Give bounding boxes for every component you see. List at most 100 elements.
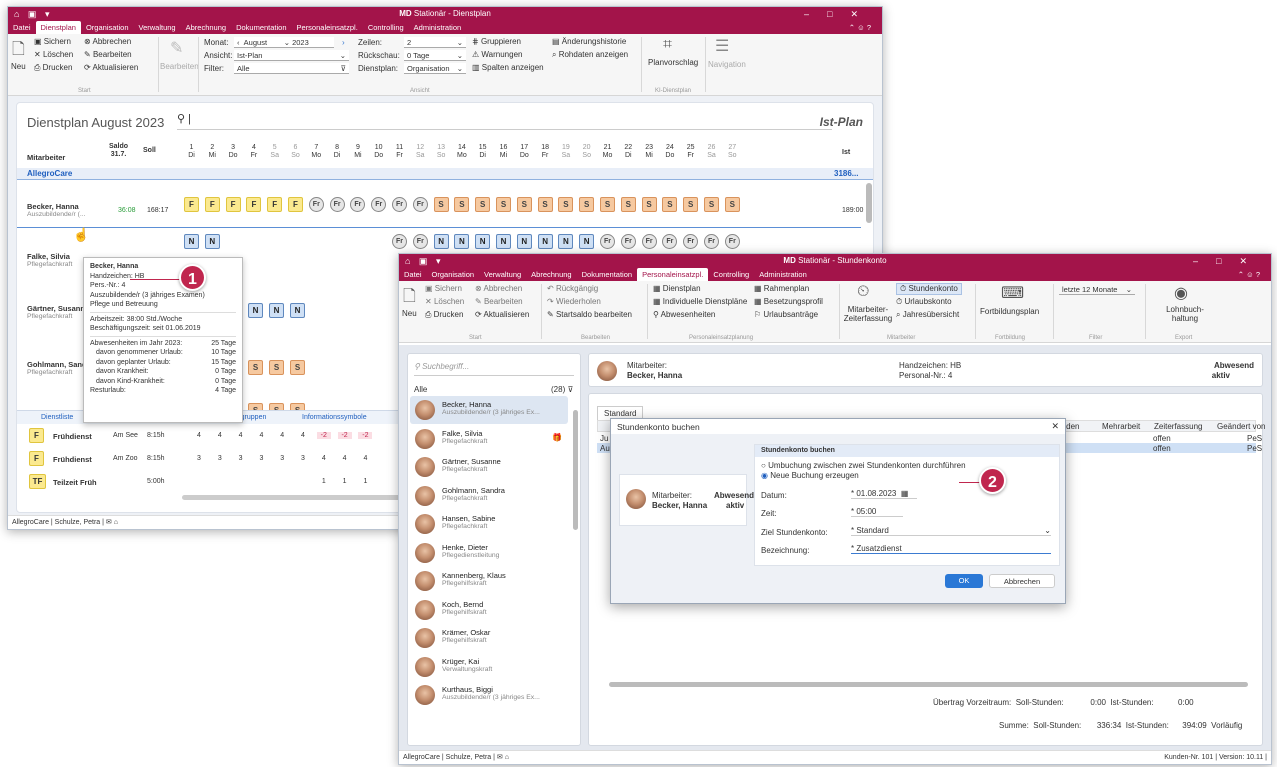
warnings-button[interactable]: ⚠ Warnungen (472, 50, 522, 59)
menu-verwaltung[interactable]: Verwaltung (134, 21, 181, 34)
timetracking-icon[interactable]: ⏲ (857, 283, 869, 301)
shift-cell[interactable]: S (662, 197, 678, 212)
quick-access-icons[interactable]: ⌂ ▣ ▾ (405, 254, 443, 268)
startsaldo-button[interactable]: ✎ Startsaldo bearbeiten (547, 310, 632, 319)
dienstplan-button[interactable]: ▦ Dienstplan (653, 284, 701, 293)
ziel-select[interactable]: * Standard ⌄ (851, 526, 1051, 536)
timetracking-button[interactable]: Mitarbeiter-Zeiterfassung (843, 305, 893, 323)
shift-cell[interactable]: N (433, 234, 449, 249)
shift-cell[interactable]: Fr (704, 234, 719, 249)
shift-cell[interactable]: F (267, 197, 283, 212)
shift-cell[interactable]: S (496, 197, 511, 212)
shift-cell[interactable]: S (433, 197, 449, 212)
help-icons[interactable]: ⌃ ☺ ? (1233, 268, 1265, 281)
shift-cell[interactable]: Fr (600, 234, 615, 249)
menu-datei[interactable]: Datei (8, 21, 36, 34)
employee-search-input[interactable]: ⚲ Suchbegriff... (414, 362, 574, 376)
help-icons[interactable]: ⌃ ☺ ? (844, 21, 876, 34)
menu-personaleinsatz[interactable]: Personaleinsatzpl. (292, 21, 363, 34)
bezeichnung-input[interactable]: * Zusatzdienst (851, 544, 1051, 554)
refresh-button[interactable]: ⟳ Aktualisieren (475, 310, 529, 319)
employee-list-item[interactable]: Krüger, Kai Verwaltungskraft (410, 653, 568, 681)
shift-cell[interactable]: N (537, 234, 553, 249)
edit-button[interactable]: ✎ Bearbeiten (84, 50, 132, 59)
datum-input[interactable]: * 01.08.2023 ▦ (851, 489, 917, 499)
horizontal-scrollbar[interactable] (609, 682, 1248, 687)
employee-list-item[interactable]: Falke, Silvia Pflegefachkraft 🎁 (410, 425, 568, 453)
radio-neue-buchung[interactable]: ◉ Neue Buchung erzeugen (761, 471, 859, 480)
new-doc-icon[interactable]: 🗋 (12, 38, 25, 65)
individual-plans-button[interactable]: ▦ Individuelle Dienstpläne (653, 297, 747, 306)
zeit-input[interactable]: * 05:00 (851, 507, 903, 517)
shift-cell[interactable]: Fr (641, 234, 657, 249)
shift-cell[interactable]: N (516, 234, 532, 249)
menu-administration[interactable]: Administration (754, 268, 812, 281)
plan-search-input[interactable]: ⚲ | (177, 112, 832, 130)
shift-cell[interactable]: Fr (412, 234, 428, 249)
besetzung-button[interactable]: ▦ Besetzungsprofil (754, 297, 823, 306)
employee-name[interactable]: Becker, Hanna (27, 202, 79, 211)
dialog-close-icon[interactable]: ✕ (1051, 421, 1059, 432)
filter-select[interactable]: Alle ⊽ (234, 63, 349, 74)
delete-button[interactable]: ✕ Löschen (425, 297, 464, 306)
employee-list-item[interactable]: Kannenberg, Klaus Pflegehilfskraft (410, 567, 568, 595)
shift-cell[interactable]: Fr (392, 234, 407, 249)
shift-cell[interactable]: S (558, 197, 574, 212)
shift-cell[interactable]: N (184, 234, 199, 249)
payroll-icon[interactable]: ◉ (1174, 283, 1188, 303)
abbrechen-button[interactable]: Abbrechen (989, 574, 1055, 588)
employee-list-item[interactable]: Koch, Bernd Pflegehilfskraft (410, 596, 568, 624)
employee-list-item[interactable]: Kurthaus, Biggi Auszubildende/r (3 jährig… (410, 681, 568, 709)
undo-button[interactable]: ↶ Rückgängig (547, 284, 598, 293)
plan-suggestion-button[interactable]: Planvorschlag (648, 58, 698, 67)
menu-controlling[interactable]: Controlling (708, 268, 754, 281)
save-button[interactable]: ▣ Sichern (34, 37, 71, 46)
shift-cell[interactable]: N (475, 234, 491, 249)
shift-cell[interactable]: S (475, 197, 491, 212)
shift-cell[interactable]: Fr (620, 234, 636, 249)
view-select[interactable]: Ist-Plan ⌄ (234, 50, 349, 61)
columns-button[interactable]: ▥ Spalten anzeigen (472, 63, 544, 72)
lohnbuchhaltung-button[interactable]: Lohnbuch-haltung (1161, 305, 1209, 323)
urlaubskonto-button[interactable]: ⏱ Urlaubskonto (896, 297, 952, 307)
shift-cell[interactable]: S (620, 197, 636, 212)
tab-dienstliste[interactable]: Dienstliste (41, 414, 73, 421)
employee-list-item[interactable]: Hansen, Sabine Pflegefachkraft (410, 510, 568, 538)
menu-personaleinsatz[interactable]: Personaleinsatzpl. (637, 268, 709, 281)
urlaubsantraege-button[interactable]: ⚐ Urlaubsanträge (754, 310, 818, 319)
edit-big-icon[interactable]: ✎ (170, 38, 183, 58)
employee-list-item[interactable]: Henke, Dieter Pflegedienstleitung (410, 539, 568, 567)
fortbildungsplan-button[interactable]: Fortbildungsplan (980, 307, 1039, 316)
shift-cell[interactable]: N (204, 234, 220, 249)
menu-verwaltung[interactable]: Verwaltung (479, 268, 526, 281)
shift-cell[interactable]: N (558, 234, 574, 249)
shift-cell[interactable]: F (204, 197, 220, 212)
navigation-button[interactable]: Navigation (708, 60, 746, 69)
shift-cell[interactable]: S (537, 197, 553, 212)
next-month-button[interactable]: › (342, 38, 345, 47)
tab-informationssymbole[interactable]: Informationssymbole (302, 414, 367, 421)
cancel-button[interactable]: ⊗ Abbrechen (475, 284, 522, 293)
delete-button[interactable]: ✕ Löschen (34, 50, 73, 59)
employee-list-item[interactable]: Krämer, Oskar Pflegehilfskraft (410, 624, 568, 652)
group-row[interactable]: AllegroCare 3186... (17, 168, 873, 180)
employee-list-item[interactable]: Gärtner, Susanne Pflegefachkraft (410, 453, 568, 481)
period-select[interactable]: letzte 12 Monate ⌄ (1059, 284, 1135, 295)
shift-cell[interactable]: S (641, 197, 657, 212)
menu-abrechnung[interactable]: Abrechnung (181, 21, 231, 34)
edit-big-button[interactable]: Bearbeiten (160, 62, 199, 71)
menu-organisation[interactable]: Organisation (427, 268, 480, 281)
navigation-icon[interactable]: ☰ (715, 36, 729, 56)
shift-cell[interactable]: S (454, 197, 470, 212)
ai-plan-icon[interactable]: ⌗ (663, 36, 672, 54)
shift-cell[interactable]: S (516, 197, 532, 212)
refresh-button[interactable]: ⟳ Aktualisieren (84, 63, 138, 72)
rawdata-button[interactable]: ⌕ Rohdaten anzeigen (552, 50, 628, 60)
print-button[interactable]: ⎙ Drucken (34, 63, 72, 73)
shift-cell[interactable]: S (683, 197, 699, 212)
group-button[interactable]: ⋕ Gruppieren (472, 37, 521, 46)
employee-name[interactable]: Gärtner, Susanne (27, 304, 89, 313)
list-scrollbar[interactable] (573, 410, 578, 530)
edit-button[interactable]: ✎ Bearbeiten (475, 297, 523, 306)
shift-cell[interactable]: S (600, 197, 615, 212)
